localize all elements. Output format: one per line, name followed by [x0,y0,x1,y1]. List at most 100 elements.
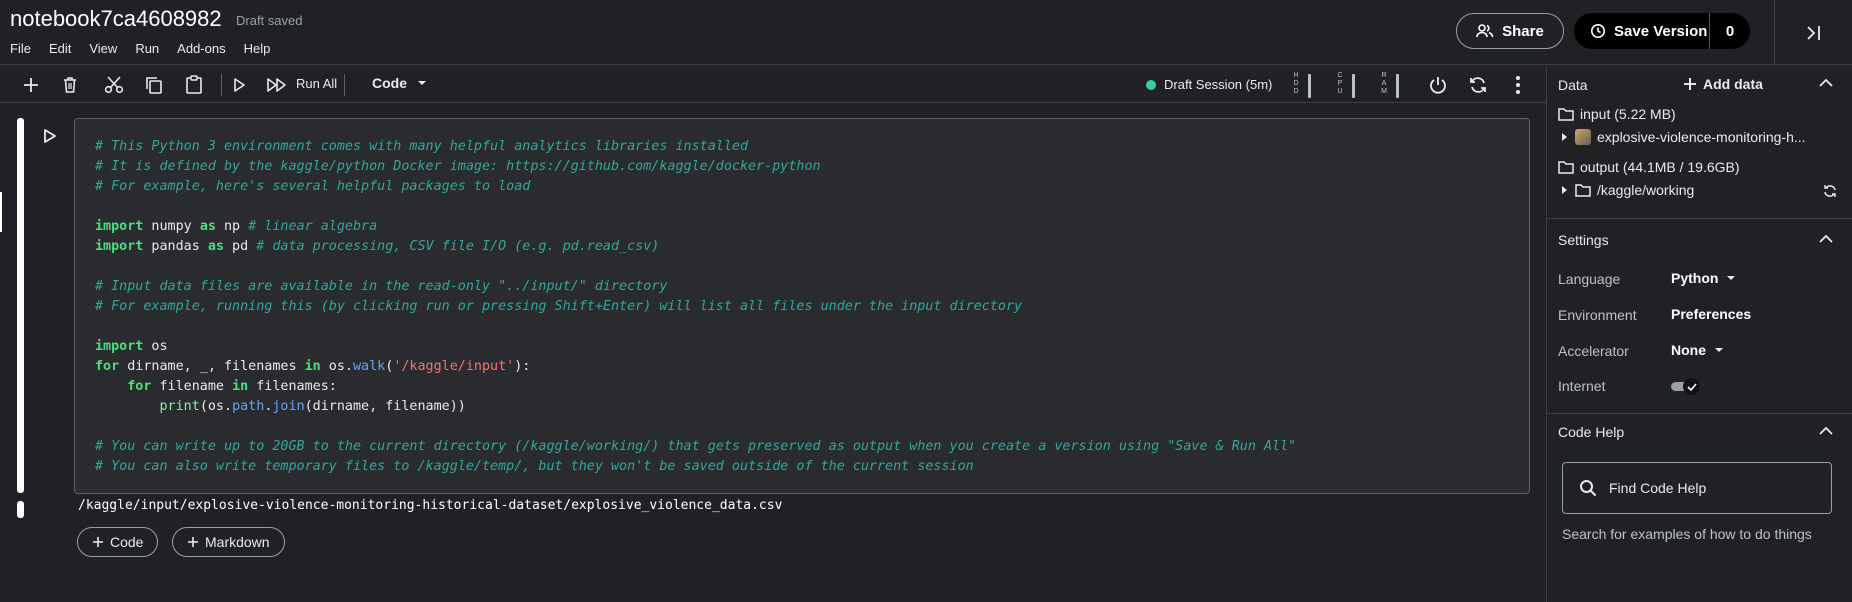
check-icon [1686,382,1697,391]
accelerator-label: Accelerator [1558,343,1629,359]
folder-icon [1575,184,1591,197]
input-label: input (5.22 MB) [1580,106,1676,122]
add-code-label: Code [110,534,144,550]
accelerator-value: None [1671,342,1706,358]
settings-section-title: Settings [1558,232,1609,248]
menu-bar: File Edit View Run Add-ons Help [10,41,288,56]
session-indicator [1146,79,1156,90]
more-options-icon[interactable] [1505,72,1531,98]
menu-view[interactable]: View [89,41,117,56]
notebook-header: notebook7ca4608982 Draft saved File Edit… [0,0,1852,65]
code-line: print(os.path.join(dirname, filename)) [159,399,466,414]
environment-label: Environment [1558,307,1637,323]
version-count[interactable]: 0 [1710,23,1750,40]
code-editor[interactable]: # This Python 3 environment comes with m… [74,118,1530,494]
find-code-help-label: Find Code Help [1609,480,1707,496]
ram-meter[interactable]: RAM [1380,70,1408,100]
run-cell-button[interactable] [43,128,57,144]
plus-icon [188,537,198,547]
expand-arrow-icon [1562,133,1567,141]
code-line: import numpy as np # linear algebra [95,219,378,234]
save-version-button[interactable]: Save Version 0 [1574,13,1750,49]
internet-toggle[interactable] [1671,378,1701,395]
dataset-thumbnail [1575,129,1591,145]
cell-type-select[interactable]: Code [372,75,427,91]
menu-file[interactable]: File [10,41,31,56]
environment-preferences[interactable]: Preferences [1671,306,1751,322]
copy-icon[interactable] [141,72,167,98]
session-status[interactable]: Draft Session (5m) [1146,77,1272,92]
collapse-data-icon[interactable] [1819,78,1833,88]
code-line: # This Python 3 environment comes with m… [95,139,749,154]
internet-label: Internet [1558,378,1606,394]
hdd-meter[interactable]: HDD [1292,70,1320,100]
working-dir-label: /kaggle/working [1597,182,1695,198]
code-line: # Input data files are available in the … [95,279,668,294]
add-cell-icon[interactable] [18,72,44,98]
run-all-icon[interactable] [264,72,290,98]
delete-icon[interactable] [57,72,83,98]
plus-icon [93,537,103,547]
menu-help[interactable]: Help [244,41,271,56]
history-icon [1591,24,1605,38]
data-section-title: Data [1558,77,1588,93]
code-line: ​ [95,197,1509,217]
menu-run[interactable]: Run [135,41,159,56]
caret-down-icon [1727,276,1736,280]
restart-icon[interactable] [1465,72,1491,98]
output-selection-bar [17,501,24,518]
notebook-toolbar: Run All Code Draft Session (5m) HDD CPU … [0,66,1546,103]
dataset-name: explosive-violence-monitoring-h... [1597,129,1806,145]
code-line: # It is defined by the kaggle/python Doc… [95,159,821,174]
code-line: for dirname, _, filenames in os.walk('/k… [95,359,531,374]
people-icon [1476,24,1494,38]
search-icon [1580,480,1597,497]
collapse-settings-icon[interactable] [1819,234,1833,244]
play-icon [44,129,56,143]
code-help-hint: Search for examples of how to do things [1562,526,1812,542]
caret-down-icon [1715,348,1723,352]
code-line: # For example, here's several helpful pa… [95,179,531,194]
cpu-meter[interactable]: CPU [1336,70,1364,100]
cell-type-label: Code [372,75,407,91]
find-code-help-input[interactable]: Find Code Help [1562,462,1832,514]
output-folder[interactable]: output (44.1MB / 19.6GB) [1558,159,1740,175]
share-label: Share [1502,22,1544,40]
paste-icon[interactable] [181,72,207,98]
output-label: output (44.1MB / 19.6GB) [1580,159,1740,175]
active-marker [0,192,2,232]
code-help-section-title: Code Help [1558,424,1625,440]
working-dir-item[interactable]: /kaggle/working [1561,182,1694,198]
add-markdown-cell-button[interactable]: Markdown [172,527,285,557]
code-line: ​ [95,317,1509,337]
notebook-title[interactable]: notebook7ca4608982 [10,6,222,32]
collapse-panel-icon[interactable] [1774,0,1852,65]
divider [1547,413,1852,414]
run-cell-icon[interactable] [226,72,252,98]
plus-icon [1684,78,1696,90]
code-line: ​ [95,417,1509,437]
caret-down-icon [418,81,426,85]
power-icon[interactable] [1425,72,1451,98]
accelerator-select[interactable]: None [1671,342,1724,358]
add-markdown-label: Markdown [205,534,270,550]
expand-arrow-icon [1562,186,1567,194]
menu-add-ons[interactable]: Add-ons [177,41,225,56]
language-label: Language [1558,271,1621,287]
cell-output: /kaggle/input/explosive-violence-monitor… [78,498,783,513]
collapse-code-help-icon[interactable] [1819,426,1833,436]
run-all-button[interactable]: Run All [296,76,337,91]
share-button[interactable]: Share [1456,13,1564,49]
add-data-button[interactable]: Add data [1683,76,1763,92]
code-line: # For example, running this (by clicking… [95,299,1023,314]
code-line: import pandas as pd # data processing, C… [95,239,660,254]
menu-edit[interactable]: Edit [49,41,71,56]
save-version-label: Save Version [1614,22,1708,40]
input-dataset-item[interactable]: explosive-violence-monitoring-h... [1561,129,1806,145]
add-code-cell-button[interactable]: Code [77,527,159,557]
add-data-label: Add data [1703,76,1763,92]
input-folder[interactable]: input (5.22 MB) [1558,106,1676,122]
refresh-icon[interactable] [1823,184,1837,198]
language-select[interactable]: Python [1671,270,1736,286]
cut-icon[interactable] [101,72,127,98]
